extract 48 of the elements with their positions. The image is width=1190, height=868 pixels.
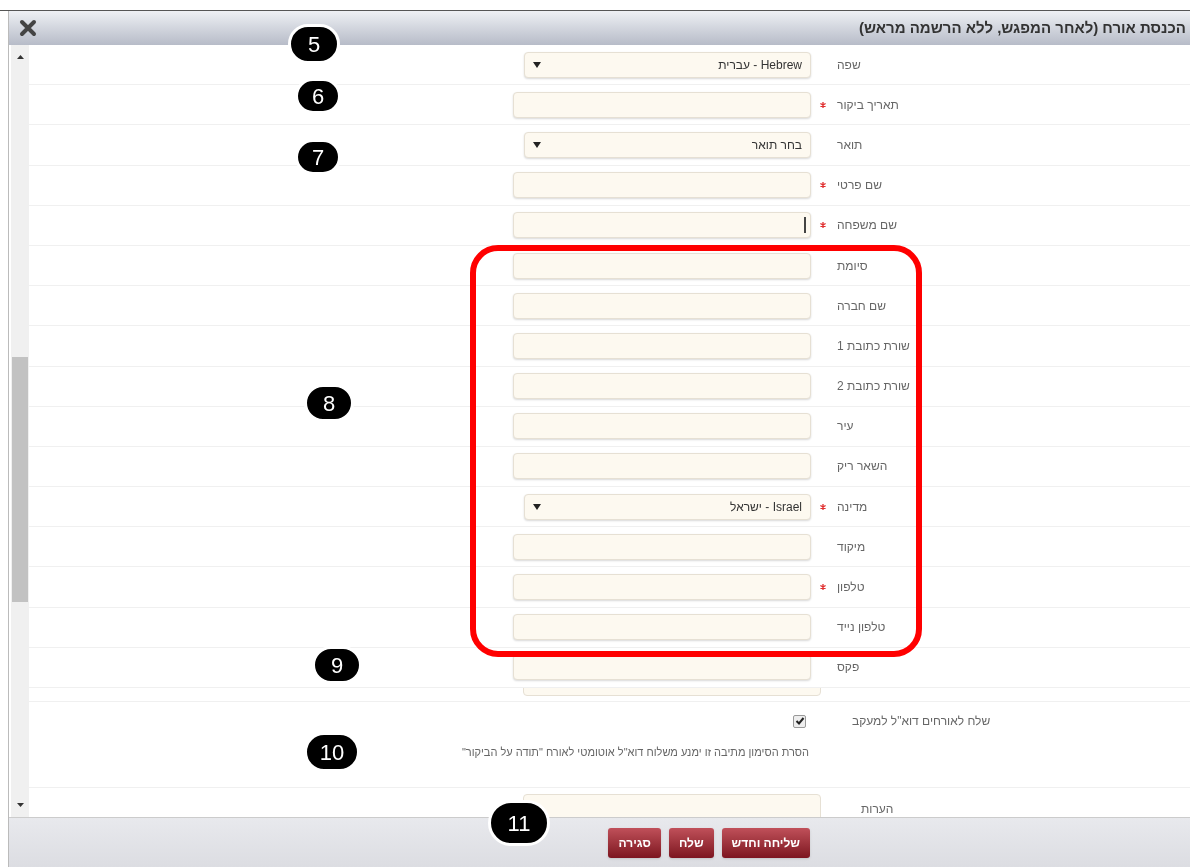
field-label: שם חברה xyxy=(837,298,886,313)
dropdown[interactable]: Israel - ישראל xyxy=(524,493,811,520)
close-icon xyxy=(19,19,37,37)
dropdown-arrow-icon xyxy=(533,61,541,68)
dialog-button[interactable]: סגירה xyxy=(608,827,661,858)
dropdown-arrow-icon xyxy=(533,503,541,510)
dialog-button[interactable]: שליחה וחדש xyxy=(721,827,810,858)
dialog-button[interactable]: שלח xyxy=(668,827,714,858)
input-field[interactable] xyxy=(513,332,811,359)
close-button[interactable] xyxy=(17,17,39,39)
input-field[interactable] xyxy=(513,91,811,118)
dropdown[interactable]: Hebrew - עברית xyxy=(524,51,811,78)
input-field[interactable] xyxy=(513,212,811,239)
checkbox[interactable] xyxy=(793,714,806,728)
field-label: תאריך ביקור xyxy=(837,97,899,112)
field-label: עיר xyxy=(837,419,854,434)
field-label: מדינה xyxy=(837,499,868,514)
checkbox-label: שלח לאורחים דוא"ל למעקב xyxy=(852,713,991,730)
field-label: תואר xyxy=(837,137,863,152)
field-label: שפה xyxy=(837,57,861,72)
dialog-title: הכנסת אורח (לאחר המפגש, ללא הרשמה מראש) xyxy=(859,17,1186,38)
field-label: פקס xyxy=(837,660,860,675)
scrollbar[interactable] xyxy=(11,45,29,817)
input-field[interactable] xyxy=(513,292,811,319)
field-label: טלפון xyxy=(837,580,865,595)
field-label: שם פרטי xyxy=(837,178,882,193)
scrollbar-thumb[interactable] xyxy=(12,357,28,602)
input-field[interactable] xyxy=(513,172,811,199)
scroll-up-icon xyxy=(16,55,24,59)
field-label: שם משפחה xyxy=(837,218,897,233)
field-label: השאר ריק xyxy=(837,459,888,474)
field-label: מיקוד xyxy=(837,539,866,554)
dropdown[interactable]: בחר תואר xyxy=(524,131,811,158)
field-label: טלפון נייד xyxy=(837,620,886,635)
dropdown-arrow-icon xyxy=(533,141,541,148)
input-field[interactable] xyxy=(513,373,811,400)
field-label: שורת כתובת 1 xyxy=(837,338,910,353)
input-field[interactable] xyxy=(513,574,811,601)
input-field[interactable] xyxy=(513,533,811,560)
field-label: סיומת xyxy=(837,258,868,273)
help-text: הסרת הסימון מתיבה זו ימנע משלוח דוא"ל אוטומטי לאורח "תודה על הביקור" xyxy=(460,745,809,760)
input-field[interactable] xyxy=(513,252,811,279)
field-label: שורת כתובת 2 xyxy=(837,379,910,394)
input-field[interactable] xyxy=(513,413,811,440)
input-field[interactable] xyxy=(513,453,811,480)
field-label: הערות xyxy=(861,801,894,817)
input-field[interactable] xyxy=(513,614,811,641)
scroll-down-icon xyxy=(16,803,24,807)
